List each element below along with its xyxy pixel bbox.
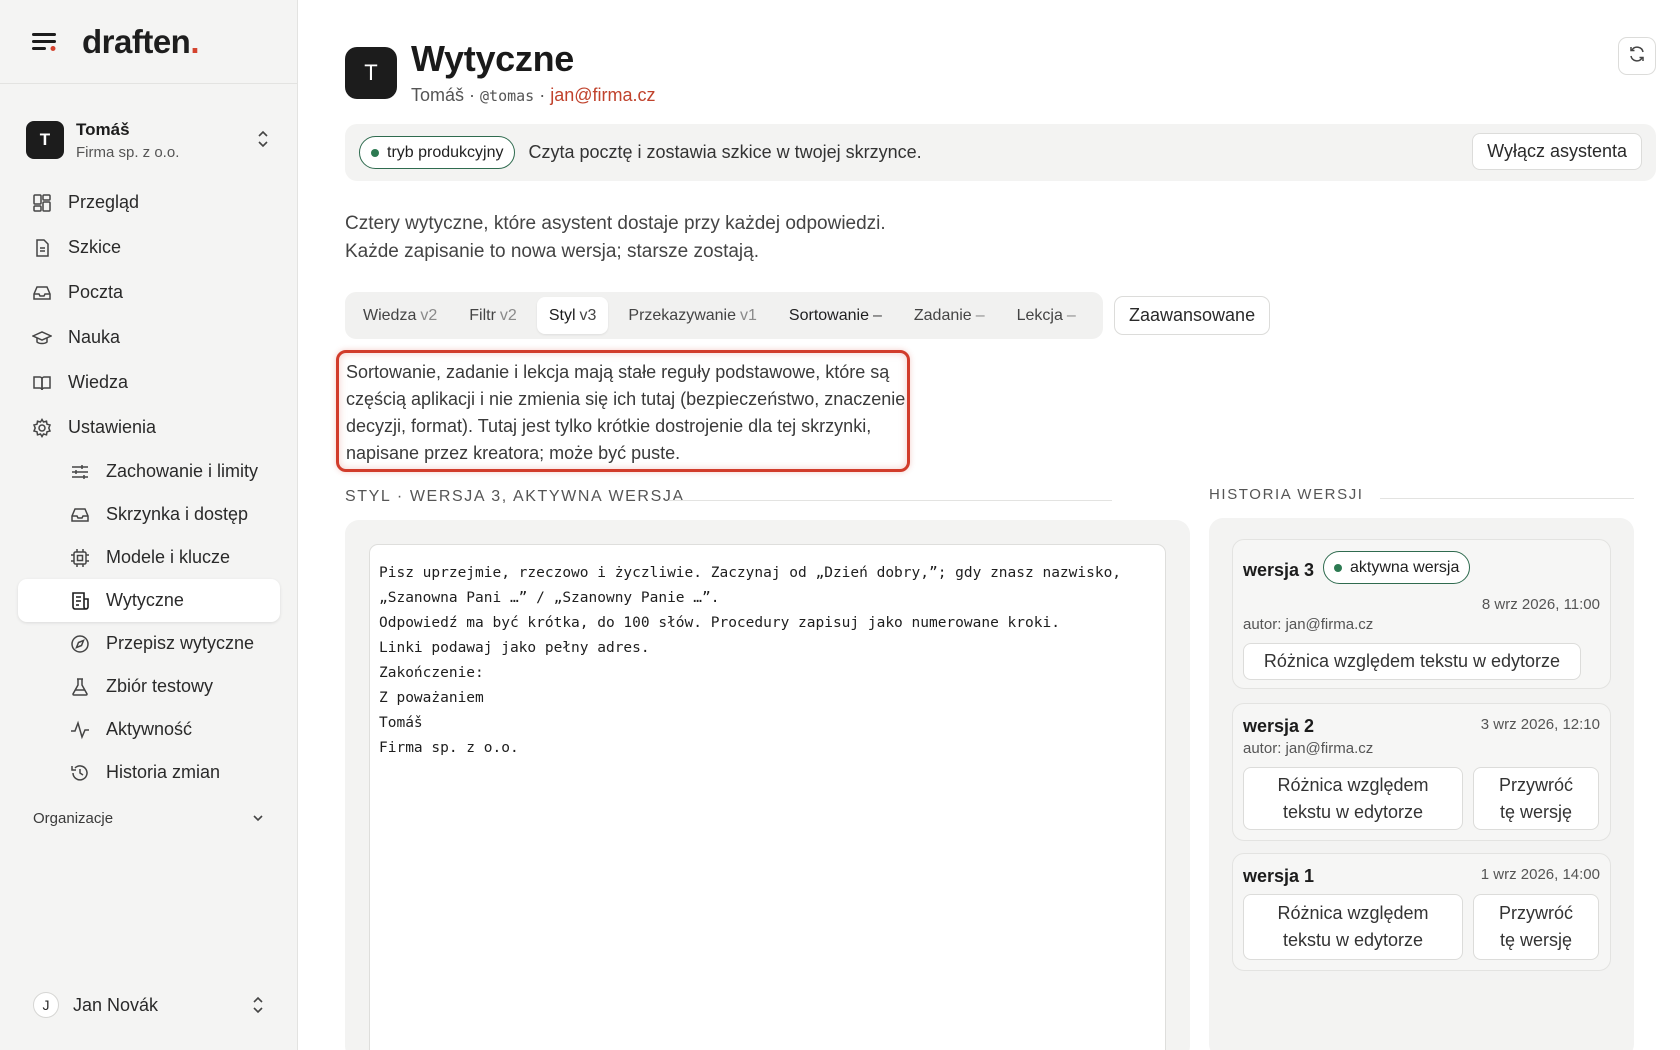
restore-version-button[interactable]: Przywróć tę wersję — [1473, 767, 1599, 830]
version-card: wersja 2 3 wrz 2026, 12:10 autor: jan@fi… — [1232, 703, 1611, 841]
disable-assistant-button[interactable]: Wyłącz asystenta — [1472, 133, 1642, 170]
refresh-icon — [1628, 45, 1646, 68]
history-divider — [1380, 498, 1634, 499]
guidelines-icon — [70, 591, 90, 611]
guideline-tabs: Wiedza v2 Filtr v2 Styl v3 Przekazywanie v1 … — [345, 292, 1103, 339]
document-icon — [32, 238, 52, 258]
intro-text: Cztery wytyczne, które asystent dostaje … — [345, 213, 886, 262]
chevron-up-down-icon — [251, 994, 265, 1016]
version-history-panel: wersja 3 aktywna wersja 8 wrz 2026, 11:0… — [1209, 518, 1634, 1050]
restore-version-button[interactable]: Przywróć tę wersję — [1473, 894, 1599, 960]
diff-button[interactable]: Różnica względem tekstu w edytorze — [1243, 767, 1463, 830]
sidebar-item-szkice[interactable]: Szkice — [18, 225, 280, 270]
sidebar-item-skrzynka-i-dostep[interactable]: Skrzynka i dostęp — [18, 493, 280, 536]
history-icon — [70, 763, 90, 783]
inbox-icon — [32, 283, 52, 303]
logo[interactable]: draften. — [82, 23, 199, 61]
menu-icon[interactable] — [32, 32, 60, 52]
sidebar-nav: Przegląd Szkice Poczta Nauka Wiedza Usta… — [18, 180, 280, 794]
main-content: T Wytyczne Tomáš · @tomas · jan@firma.cz… — [298, 0, 1680, 1050]
chevron-up-down-icon — [256, 128, 270, 150]
refresh-button[interactable] — [1618, 37, 1656, 75]
sidebar-item-historia-zmian[interactable]: Historia zmian — [18, 751, 280, 794]
sidebar-item-aktywnosc[interactable]: Aktywność — [18, 708, 280, 751]
sidebar-item-przeglad[interactable]: Przegląd — [18, 180, 280, 225]
advanced-button[interactable]: Zaawansowane — [1114, 296, 1271, 335]
email-link[interactable]: jan@firma.cz — [550, 85, 655, 105]
account-company: Firma sp. z o.o. — [76, 143, 180, 161]
brand-bar: draften. — [0, 0, 297, 84]
organizations-toggle[interactable]: Organizacje — [33, 810, 265, 827]
version-card: wersja 1 1 wrz 2026, 14:00 Różnica wzglę… — [1232, 853, 1611, 971]
gear-icon — [32, 417, 52, 438]
flask-icon — [70, 677, 90, 697]
base-rules-note: Sortowanie, zadanie i lekcja mają stałe … — [336, 350, 910, 472]
tab-przekazywanie[interactable]: Przekazywanie v1 — [616, 297, 769, 334]
page-subtitle: Tomáš · @tomas · jan@firma.cz — [411, 85, 656, 105]
production-mode-badge: tryb produkcyjny — [359, 136, 515, 169]
version-card: wersja 3 aktywna wersja 8 wrz 2026, 11:0… — [1232, 539, 1611, 689]
tab-wiedza[interactable]: Wiedza v2 — [351, 297, 449, 334]
status-dot-icon — [1334, 563, 1342, 572]
activity-icon — [70, 720, 90, 740]
sidebar-item-nauka[interactable]: Nauka — [18, 315, 280, 360]
sliders-icon — [70, 462, 90, 482]
section-title: STYL · WERSJA 3, AKTYWNA WERSJA — [345, 488, 685, 505]
sidebar-item-wytyczne[interactable]: Wytyczne — [18, 579, 280, 622]
compass-icon — [70, 634, 90, 654]
tab-sortowanie[interactable]: Sortowanie – — [777, 297, 894, 334]
diff-button[interactable]: Różnica względem tekstu w edytorze — [1243, 643, 1581, 680]
chevron-down-icon — [251, 810, 265, 827]
section-divider — [668, 500, 1112, 501]
sidebar-item-przepisz-wytyczne[interactable]: Przepisz wytyczne — [18, 622, 280, 665]
sidebar-item-zbior-testowy[interactable]: Zbiór testowy — [18, 665, 280, 708]
user-name: Jan Novák — [73, 994, 159, 1015]
editor-panel: Pisz uprzejmie, rzeczowo i życzliwie. Za… — [345, 520, 1190, 1050]
tab-filtr[interactable]: Filtr v2 — [457, 297, 529, 334]
banner-text: Czyta pocztę i zostawia szkice w twojej … — [528, 142, 922, 162]
graduation-cap-icon — [32, 328, 52, 348]
history-title: HISTORIA WERSJI — [1209, 486, 1364, 503]
guideline-editor[interactable]: Pisz uprzejmie, rzeczowo i życzliwie. Za… — [369, 544, 1166, 1050]
account-switcher[interactable]: T Tomáš Firma sp. z o.o. — [26, 112, 276, 168]
sidebar-item-wiedza[interactable]: Wiedza — [18, 360, 280, 405]
user-avatar: J — [33, 992, 59, 1018]
user-menu[interactable]: J Jan Novák — [33, 992, 265, 1018]
chip-icon — [70, 548, 90, 568]
sidebar: draften. T Tomáš Firma sp. z o.o. Przegl… — [0, 0, 298, 1050]
header-avatar: T — [345, 47, 397, 99]
sidebar-item-ustawienia[interactable]: Ustawienia — [18, 405, 280, 450]
sidebar-item-modele-i-klucze[interactable]: Modele i klucze — [18, 536, 280, 579]
diff-button[interactable]: Różnica względem tekstu w edytorze — [1243, 894, 1463, 960]
page-title: Wytyczne — [411, 38, 574, 79]
book-icon — [32, 373, 52, 393]
active-version-badge: aktywna wersja — [1323, 551, 1471, 584]
inbox-icon — [70, 505, 90, 525]
account-avatar: T — [26, 121, 64, 159]
sidebar-item-poczta[interactable]: Poczta — [18, 270, 280, 315]
tab-zadanie[interactable]: Zadanie – — [902, 297, 997, 334]
tab-lekcja[interactable]: Lekcja – — [1005, 297, 1088, 334]
status-dot-icon — [371, 148, 379, 157]
status-banner: tryb produkcyjny Czyta pocztę i zostawia… — [345, 124, 1656, 181]
sidebar-item-zachowanie-i-limity[interactable]: Zachowanie i limity — [18, 450, 280, 493]
account-name: Tomáš — [76, 119, 130, 139]
tab-styl[interactable]: Styl v3 — [536, 297, 609, 334]
dashboard-icon — [32, 193, 52, 213]
